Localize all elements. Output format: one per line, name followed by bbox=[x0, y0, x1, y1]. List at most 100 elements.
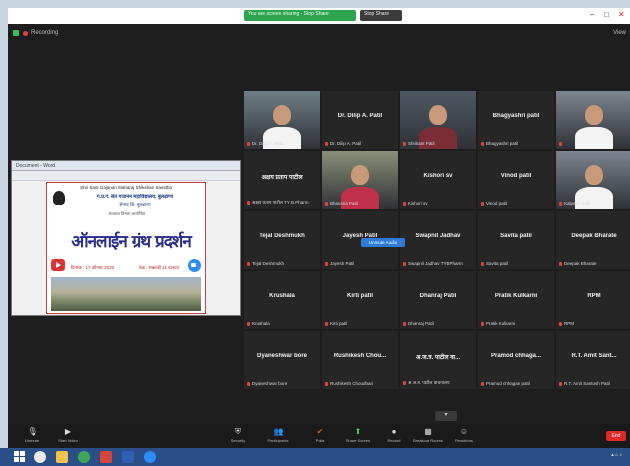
participant-caption-text: Dhanraj Patil bbox=[408, 321, 434, 326]
muted-mic-icon bbox=[481, 381, 484, 386]
stop-share-button[interactable]: Stop Share bbox=[360, 10, 402, 21]
participant-tile[interactable]: Kishori sv Kishori sv bbox=[400, 151, 476, 209]
muted-mic-icon bbox=[403, 321, 406, 326]
share-button[interactable]: ⬆ Share Screen bbox=[338, 427, 378, 447]
participant-tile[interactable]: Pramod chhaga... Pramod chhagan patil bbox=[478, 331, 554, 389]
participant-name: Kishori sv bbox=[423, 173, 453, 179]
breakout-button[interactable]: ▦ Breakout Rooms bbox=[408, 427, 448, 447]
participant-caption-text: Kirti patil bbox=[330, 321, 348, 326]
participant-caption: Kirti patil bbox=[325, 321, 396, 326]
system-tray[interactable]: ▴ ⌂ ♪ bbox=[611, 452, 622, 458]
windows-start-icon[interactable] bbox=[14, 451, 26, 463]
participant-tile[interactable]: Dr. Dilip A. Patil bbox=[244, 91, 320, 149]
participant-caption: Rushikesh Choudhari bbox=[325, 381, 396, 386]
participant-caption: Dr. Dilip A. Patil bbox=[247, 141, 318, 146]
participant-tile[interactable]: Tejal Deshmukh Tejal Deshmukh bbox=[244, 211, 320, 269]
participant-name: Savita patil bbox=[500, 233, 532, 239]
muted-mic-icon bbox=[325, 381, 328, 386]
participant-name: अ.ज.त्र. पाटील वा... bbox=[415, 355, 461, 361]
participant-tile[interactable]: Deepak Bharate Deepak Bharate bbox=[556, 211, 630, 269]
participant-caption bbox=[559, 141, 630, 146]
participant-caption: Deepak Bharate bbox=[559, 261, 630, 266]
participant-tile[interactable] bbox=[556, 91, 630, 149]
view-button[interactable]: View bbox=[613, 30, 626, 36]
muted-mic-icon bbox=[559, 141, 562, 146]
search-icon[interactable] bbox=[34, 451, 46, 463]
video-button[interactable]: ▶ Start Video bbox=[48, 427, 88, 447]
participant-tile[interactable]: RPM RPM bbox=[556, 271, 630, 329]
participant-tile[interactable]: Kalpesh Patil bbox=[556, 151, 630, 209]
participant-tile[interactable]: R.T. Amit Sant... R.T. Amit Santosh Patil bbox=[556, 331, 630, 389]
zoom-app-icon[interactable] bbox=[144, 451, 156, 463]
muted-mic-icon bbox=[559, 201, 562, 206]
record-icon: ● bbox=[391, 427, 397, 436]
file-explorer-icon[interactable] bbox=[56, 451, 68, 463]
meeting-window: Recording View Document - Word Shri Sant… bbox=[8, 24, 630, 448]
more-participants-button[interactable]: ▾ bbox=[435, 411, 457, 421]
poster-date: दिनांक : 17 ऑगस्ट 2020 bbox=[71, 265, 115, 270]
participant-tile[interactable]: Vinod patil Vinod patil bbox=[478, 151, 554, 209]
muted-mic-icon bbox=[247, 141, 250, 146]
participant-avatar bbox=[341, 165, 379, 209]
participant-tile[interactable]: Bhagyashri patil Bhagyashri patil bbox=[478, 91, 554, 149]
close-icon[interactable]: ✕ bbox=[618, 11, 626, 19]
participant-name: Swapnil Jadhav bbox=[415, 233, 461, 239]
participant-caption-text: Rushikesh Choudhari bbox=[330, 381, 374, 386]
participant-name: Dr. Dilip A. Patil bbox=[337, 113, 383, 119]
muted-mic-icon bbox=[481, 141, 484, 146]
participant-tile[interactable]: Rushikesh Chou... Rushikesh Choudhari bbox=[322, 331, 398, 389]
shield-icon[interactable] bbox=[13, 30, 19, 36]
participant-tile[interactable]: Dyaneshwar bore Dyaneshwar bore bbox=[244, 331, 320, 389]
reactions-button[interactable]: ☺ Reactions bbox=[444, 427, 484, 447]
shield-button[interactable]: ⛨ Security bbox=[218, 427, 258, 447]
muted-mic-icon bbox=[247, 381, 250, 386]
participant-caption: Swapnil Jadhav TYBPharm bbox=[403, 261, 474, 266]
minimize-icon[interactable]: – bbox=[590, 11, 598, 19]
participant-caption: RPM bbox=[559, 321, 630, 326]
participant-caption: Shrikant Patil bbox=[403, 141, 474, 146]
participant-name: Dhanraj Patil bbox=[419, 293, 457, 299]
participant-tile[interactable]: अ.ज.त्र. पाटील वा... अ.ज.त्र. पाटील वाचना… bbox=[400, 331, 476, 389]
chrome-icon[interactable] bbox=[78, 451, 90, 463]
share-icon: ⬆ bbox=[354, 427, 362, 436]
mic-button[interactable]: 🎙 Unmute bbox=[12, 427, 52, 447]
participant-tile[interactable]: Krushala Krushala bbox=[244, 271, 320, 329]
muted-mic-icon bbox=[481, 261, 484, 266]
participant-caption: Dhanraj Patil bbox=[403, 321, 474, 326]
participant-tile[interactable]: अक्षय प्रताप पाटील अक्षय प्रताप पाटील TY … bbox=[244, 151, 320, 209]
recording-label: Recording bbox=[31, 30, 59, 36]
participant-tile[interactable]: Dr. Dilip A. Patil Dr. Dilip A. Patil bbox=[322, 91, 398, 149]
poster-header: Shri Sant Gajanan Maharaj Shikshan Sanst… bbox=[80, 185, 172, 190]
polls-button[interactable]: ✔ Polls bbox=[300, 427, 340, 447]
participant-tile[interactable]: Savita patil Savita patil bbox=[478, 211, 554, 269]
unmute-audio-pill[interactable]: Unmute Audio bbox=[361, 238, 405, 247]
participant-caption: Kishori sv bbox=[403, 201, 474, 206]
end-meeting-button[interactable]: End bbox=[606, 431, 626, 441]
reactions-icon: ☺ bbox=[459, 427, 469, 436]
youtube-icon bbox=[51, 259, 65, 271]
poster-time: वेळ : सकाळी 11 वाजता bbox=[139, 265, 179, 270]
maximize-icon[interactable]: □ bbox=[604, 11, 612, 19]
participant-tile[interactable]: Dhanraj Patil Dhanraj Patil bbox=[400, 271, 476, 329]
participant-name: RPM bbox=[587, 293, 601, 299]
screen-share-banner[interactable]: You are screen sharing · Stop Share bbox=[244, 10, 356, 21]
poster-place: शेगाव जि. बुलढाणा bbox=[119, 202, 151, 207]
meeting-toolbar: 🎙 Unmute ▶ Start Video ⛨ Security 👥 Participant… bbox=[8, 424, 630, 448]
participant-name: अक्षय प्रताप पाटील bbox=[261, 175, 303, 181]
muted-mic-icon bbox=[559, 381, 562, 386]
participant-tile[interactable]: Bhavana Patil bbox=[322, 151, 398, 209]
participant-tile[interactable]: Pratik Kulkarni Pratik Kulkarni bbox=[478, 271, 554, 329]
participant-tile[interactable]: Shrikant Patil bbox=[400, 91, 476, 149]
participant-caption-text: Krushala bbox=[252, 321, 270, 326]
participant-grid: Dr. Dilip A. Patil Dr. Dilip A. Patil Dr. … bbox=[244, 91, 630, 392]
participants-button[interactable]: 👥 Participants bbox=[258, 427, 298, 447]
muted-mic-icon bbox=[481, 321, 484, 326]
participant-avatar bbox=[263, 105, 301, 149]
participant-tile[interactable]: Swapnil Jadhav Swapnil Jadhav TYBPharm bbox=[400, 211, 476, 269]
shared-doc-titlebar: Document - Word bbox=[12, 161, 240, 171]
share-banner-label: You are screen sharing · Stop Share bbox=[248, 11, 329, 17]
participant-tile[interactable]: Kirti patil Kirti patil bbox=[322, 271, 398, 329]
store-icon[interactable] bbox=[100, 451, 112, 463]
poster: Shri Sant Gajanan Maharaj Shikshan Sanst… bbox=[46, 182, 206, 314]
word-icon[interactable] bbox=[122, 451, 134, 463]
